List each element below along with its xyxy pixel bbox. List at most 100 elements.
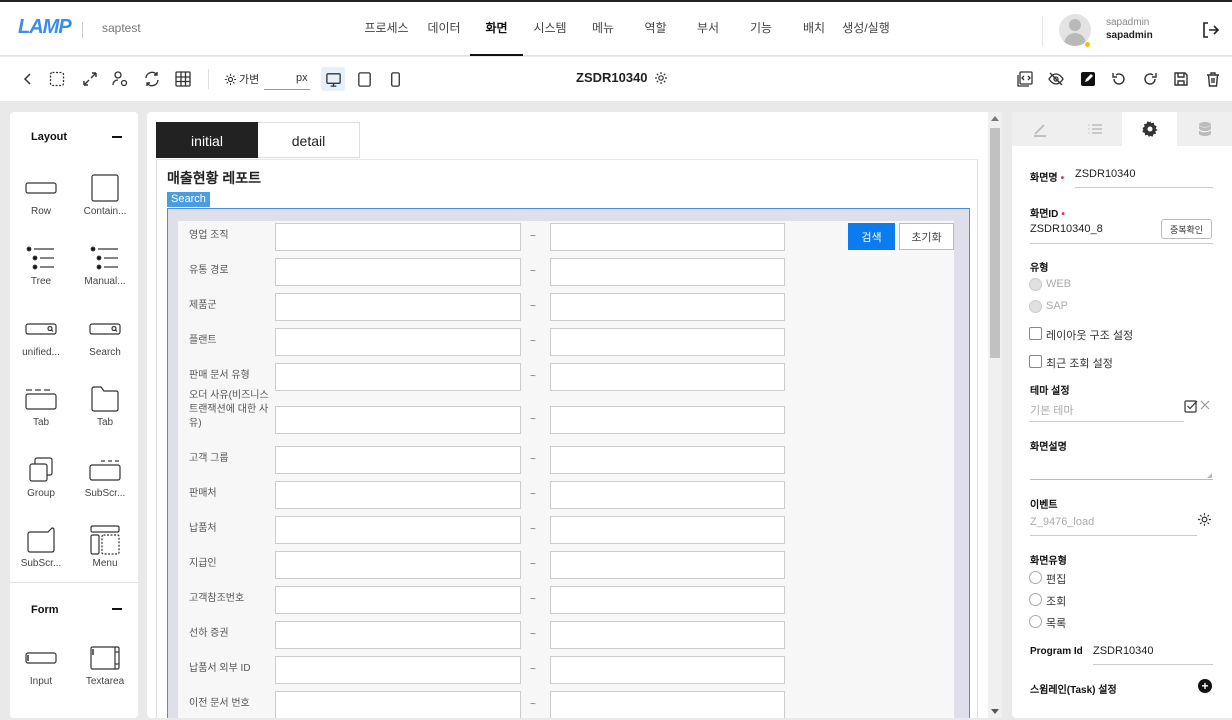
field-to-input[interactable] bbox=[550, 328, 785, 356]
field-to-input[interactable] bbox=[550, 621, 785, 649]
nav-item[interactable]: 기능 bbox=[734, 2, 788, 56]
select-area-icon[interactable] bbox=[47, 69, 67, 89]
field-to-input[interactable] bbox=[550, 691, 785, 718]
grid-table-icon[interactable] bbox=[173, 69, 193, 89]
field-from-input[interactable] bbox=[275, 481, 521, 509]
lamp-logo[interactable]: LAMP bbox=[18, 16, 72, 39]
page-settings-gear-icon[interactable] bbox=[654, 71, 668, 85]
scrollbar-thumb[interactable] bbox=[990, 128, 1000, 358]
code-view-icon[interactable] bbox=[1015, 69, 1035, 89]
component-tree[interactable]: Tree bbox=[11, 244, 71, 287]
type-sap-radio[interactable] bbox=[1029, 300, 1042, 313]
canvas-scrollbar[interactable] bbox=[988, 112, 1002, 718]
component-unified-search[interactable]: unified... bbox=[11, 315, 71, 358]
field-from-input[interactable] bbox=[275, 586, 521, 614]
screen-type-list-radio[interactable] bbox=[1029, 615, 1042, 628]
component-row[interactable]: Row bbox=[11, 174, 71, 217]
nav-item[interactable]: 시스템 bbox=[523, 2, 577, 56]
recent-search-checkbox[interactable] bbox=[1029, 355, 1042, 368]
clear-theme-icon[interactable] bbox=[1200, 400, 1210, 410]
tab-style[interactable] bbox=[1012, 112, 1067, 146]
search-component[interactable]: 검색 초기화 영업 조직 ~ 유통 경로 ~ 제품군 ~ 플랜트 ~ 판매 문서 유형 ~ 오더 사… bbox=[167, 208, 970, 718]
undo-icon[interactable] bbox=[1109, 69, 1129, 89]
hide-icon[interactable] bbox=[1046, 69, 1066, 89]
screen-name-input[interactable]: ZSDR10340 bbox=[1075, 168, 1136, 180]
edit-icon[interactable] bbox=[1078, 69, 1098, 89]
field-from-input[interactable] bbox=[275, 446, 521, 474]
field-from-input[interactable] bbox=[275, 621, 521, 649]
tab-initial[interactable]: initial bbox=[156, 122, 258, 158]
search-component-tag[interactable]: Search bbox=[167, 192, 210, 207]
component-subscreen-folder[interactable]: SubScr... bbox=[11, 526, 71, 569]
field-to-input[interactable] bbox=[550, 223, 785, 251]
desktop-icon[interactable] bbox=[321, 67, 345, 91]
redo-icon[interactable] bbox=[1140, 69, 1160, 89]
field-to-input[interactable] bbox=[550, 586, 785, 614]
nav-item[interactable]: 프로세스 bbox=[355, 2, 418, 56]
save-icon[interactable] bbox=[1171, 69, 1191, 89]
confirm-theme-icon[interactable] bbox=[1184, 399, 1198, 413]
component-textarea[interactable]: Textarea bbox=[75, 644, 135, 687]
tablet-icon[interactable] bbox=[352, 67, 376, 91]
theme-input[interactable]: 기본 테마 bbox=[1030, 402, 1074, 418]
program-id-input[interactable]: ZSDR10340 bbox=[1093, 645, 1154, 657]
nav-item[interactable]: 메뉴 bbox=[577, 2, 629, 56]
field-to-input[interactable] bbox=[550, 516, 785, 544]
tab-list[interactable] bbox=[1067, 112, 1122, 146]
nav-item[interactable]: 생성/실행 bbox=[840, 2, 892, 56]
field-to-input[interactable] bbox=[550, 481, 785, 509]
collapse-layout-icon[interactable] bbox=[112, 136, 122, 138]
scroll-up-arrow-icon[interactable] bbox=[991, 116, 999, 121]
component-menu[interactable]: Menu bbox=[75, 525, 135, 569]
duplicate-check-button[interactable]: 중복확인 bbox=[1161, 219, 1212, 239]
nav-item[interactable]: 데이터 bbox=[418, 2, 470, 56]
field-to-input[interactable] bbox=[550, 656, 785, 684]
field-from-input[interactable] bbox=[275, 223, 521, 251]
component-tab-folder[interactable]: Tab bbox=[75, 385, 135, 428]
field-from-input[interactable] bbox=[275, 656, 521, 684]
screen-type-view-radio[interactable] bbox=[1029, 593, 1042, 606]
delete-icon[interactable] bbox=[1203, 69, 1223, 89]
field-to-input[interactable] bbox=[550, 293, 785, 321]
component-search[interactable]: Search bbox=[75, 315, 135, 358]
description-textarea[interactable] bbox=[1030, 454, 1213, 480]
user-settings-icon[interactable] bbox=[110, 69, 130, 89]
field-from-input[interactable] bbox=[275, 551, 521, 579]
component-input[interactable]: Input bbox=[11, 644, 71, 687]
nav-item[interactable]: 역할 bbox=[629, 2, 682, 56]
back-icon[interactable] bbox=[18, 69, 38, 89]
layout-structure-checkbox[interactable] bbox=[1029, 327, 1042, 340]
field-from-input[interactable] bbox=[275, 328, 521, 356]
nav-item[interactable]: 부서 bbox=[682, 2, 734, 56]
field-from-input[interactable] bbox=[275, 406, 521, 434]
nav-item[interactable]: 배치 bbox=[788, 2, 840, 56]
add-swimlane-icon[interactable]: + bbox=[1198, 679, 1212, 693]
tab-settings[interactable] bbox=[1122, 112, 1177, 146]
logout-icon[interactable] bbox=[1200, 20, 1220, 40]
variable-width-toggle[interactable]: 가변 bbox=[224, 71, 259, 87]
field-to-input[interactable] bbox=[550, 258, 785, 286]
component-group[interactable]: Group bbox=[11, 456, 71, 499]
tab-detail[interactable]: detail bbox=[258, 122, 360, 158]
expand-icon[interactable] bbox=[80, 69, 100, 89]
screen-id-input[interactable]: ZSDR10340_8 bbox=[1030, 223, 1103, 235]
field-from-input[interactable] bbox=[275, 691, 521, 718]
nav-item[interactable]: 화면 bbox=[470, 2, 523, 56]
field-from-input[interactable] bbox=[275, 258, 521, 286]
screen-type-edit-radio[interactable] bbox=[1029, 571, 1042, 584]
field-to-input[interactable] bbox=[550, 363, 785, 391]
component-subscreen[interactable]: SubScr... bbox=[75, 456, 135, 499]
event-settings-gear-icon[interactable] bbox=[1197, 512, 1212, 527]
field-from-input[interactable] bbox=[275, 293, 521, 321]
mobile-icon[interactable] bbox=[383, 67, 407, 91]
collapse-form-icon[interactable] bbox=[112, 608, 122, 610]
scroll-down-arrow-icon[interactable] bbox=[991, 709, 999, 714]
field-to-input[interactable] bbox=[550, 551, 785, 579]
refresh-icon[interactable] bbox=[142, 69, 162, 89]
tab-data[interactable] bbox=[1177, 112, 1232, 146]
type-web-radio[interactable] bbox=[1029, 278, 1042, 291]
component-manual-tree[interactable]: Manual... bbox=[75, 244, 135, 287]
component-container[interactable]: Contain... bbox=[75, 174, 135, 217]
field-from-input[interactable] bbox=[275, 363, 521, 391]
field-to-input[interactable] bbox=[550, 446, 785, 474]
